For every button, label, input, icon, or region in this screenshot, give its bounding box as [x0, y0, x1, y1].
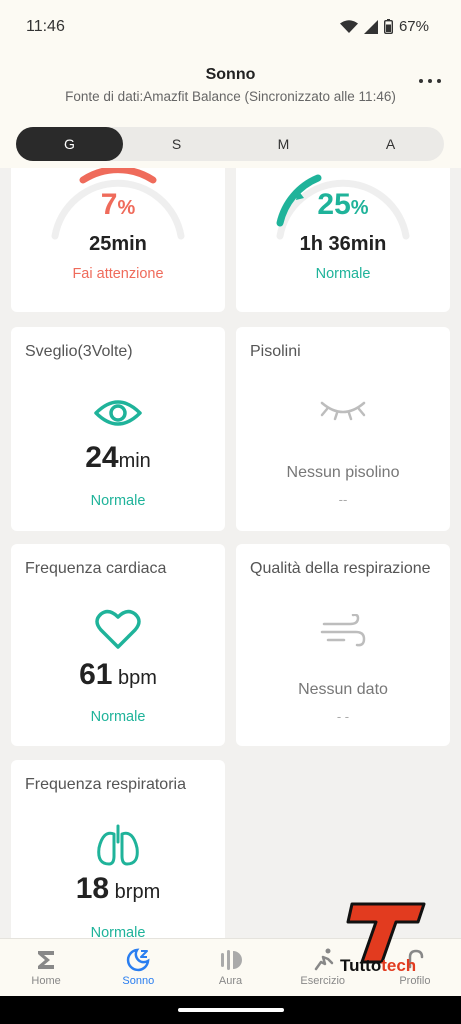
deep-sleep-gauge-fill: [79, 168, 157, 184]
cards-scroll-area[interactable]: 7% 25min Fai attenzione 25% 1h 36min Nor…: [0, 168, 461, 938]
heart-rate-card[interactable]: Frequenza cardiaca 61 bpm Normale: [11, 544, 225, 746]
naps-dash: --: [338, 492, 348, 507]
home-gesture-handle[interactable]: [178, 1008, 284, 1012]
heart-rate-value: 61: [79, 658, 113, 691]
rem-sleep-card[interactable]: 25% 1h 36min Normale: [236, 168, 450, 312]
segment-year[interactable]: A: [337, 127, 444, 161]
breathing-quality-empty-text: Nessun dato: [298, 681, 388, 698]
page-title: Sonno: [205, 66, 256, 83]
segment-week[interactable]: S: [123, 127, 230, 161]
sleep-icon: [127, 948, 150, 972]
rem-sleep-status: Normale: [315, 266, 371, 282]
nav-aura[interactable]: Aura: [184, 939, 276, 996]
signal-icon: [363, 19, 378, 34]
segment-day[interactable]: G: [16, 127, 123, 161]
breathing-quality-card[interactable]: Qualità della respirazione Nessun dato -…: [236, 544, 450, 746]
status-time: 11:46: [26, 18, 65, 35]
exercise-icon: [314, 948, 333, 971]
respiratory-rate-card[interactable]: Frequenza respiratoria 18 brpm Normale: [11, 760, 225, 938]
more-dot-icon: [437, 79, 441, 83]
nav-aura-label: Aura: [218, 975, 243, 987]
nav-home-label: Home: [31, 975, 61, 987]
deep-sleep-duration: 25min: [89, 233, 147, 255]
nav-sleep[interactable]: Sonno: [92, 939, 184, 996]
respiratory-rate-unit: brpm: [109, 881, 161, 903]
respiratory-rate-status: Normale: [90, 925, 146, 938]
rem-sleep-percent-unit: %: [350, 197, 369, 219]
more-options-button[interactable]: [419, 76, 441, 86]
deep-sleep-percent-unit: %: [117, 197, 136, 219]
breathing-quality-title: Qualità della respirazione: [250, 560, 431, 577]
segment-month[interactable]: M: [230, 127, 337, 161]
more-dot-icon: [419, 79, 423, 83]
naps-card[interactable]: Pisolini Nessun pisolino --: [236, 327, 450, 531]
aura-icon: [220, 950, 242, 970]
watermark-text: Tuttotech: [340, 956, 416, 976]
more-dot-icon: [428, 79, 432, 83]
wind-icon: [320, 614, 366, 647]
period-segmented-control: G S M A: [16, 127, 444, 161]
naps-title: Pisolini: [250, 343, 301, 360]
status-bar: 11:46 67%: [0, 0, 461, 56]
rem-sleep-duration: 1h 36min: [299, 233, 387, 255]
respiratory-rate-value: 18: [75, 872, 110, 905]
status-icons: 67%: [339, 18, 429, 35]
sigma-icon: [38, 951, 55, 969]
awake-title: Sveglio(3Volte): [25, 343, 133, 360]
respiratory-rate-title: Frequenza respiratoria: [25, 776, 186, 793]
naps-empty-text: Nessun pisolino: [286, 464, 400, 481]
watermark-part1: Tutto: [340, 956, 382, 975]
closed-eye-icon: [320, 401, 366, 421]
rem-sleep-percent: 25: [317, 188, 351, 221]
sync-subtitle: Fonte di dati:Amazfit Balance (Sincroniz…: [65, 89, 396, 104]
header: Sonno Fonte di dati:Amazfit Balance (Sin…: [0, 56, 461, 168]
lungs-icon: [97, 824, 139, 866]
deep-sleep-percent: 7: [100, 188, 118, 221]
heart-icon: [95, 609, 141, 649]
battery-icon: [383, 19, 393, 34]
nav-sleep-label: Sonno: [122, 975, 155, 987]
watermark-part2: tech: [381, 956, 417, 975]
awake-unit: min: [118, 450, 151, 472]
battery-percent: 67%: [398, 18, 429, 35]
heart-rate-status: Normale: [90, 709, 146, 725]
eye-icon: [94, 400, 142, 426]
heart-rate-unit: bpm: [112, 667, 157, 689]
system-gesture-bar: [0, 996, 461, 1024]
breathing-quality-dash: - -: [336, 709, 350, 724]
awake-status: Normale: [90, 493, 146, 509]
awake-value: 24: [85, 441, 119, 474]
heart-rate-title: Frequenza cardiaca: [25, 560, 167, 577]
wifi-icon: [339, 19, 358, 33]
awake-card[interactable]: Sveglio(3Volte) 24min Normale: [11, 327, 225, 531]
deep-sleep-status: Fai attenzione: [72, 266, 164, 282]
deep-sleep-card[interactable]: 7% 25min Fai attenzione: [11, 168, 225, 312]
nav-home[interactable]: Home: [0, 939, 92, 996]
